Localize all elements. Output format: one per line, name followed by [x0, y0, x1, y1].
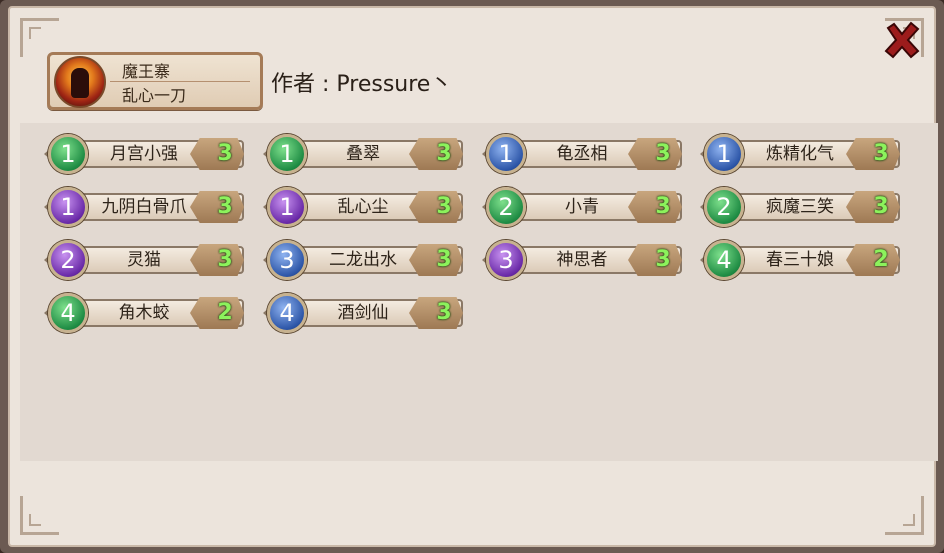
- card-count: 3: [873, 141, 889, 166]
- card-count: 3: [436, 194, 452, 219]
- level-badge: 1: [486, 134, 526, 174]
- card-item[interactable]: 乱心尘 3 1: [259, 187, 467, 227]
- card-name: 九阴白骨爪: [101, 197, 187, 217]
- card-count: 3: [655, 247, 671, 272]
- card-name: 疯魔三笑: [766, 197, 834, 217]
- card-count: 3: [436, 247, 452, 272]
- card-name: 叠翠: [346, 144, 380, 164]
- card-item[interactable]: 酒剑仙 3 4: [259, 293, 467, 333]
- card-item[interactable]: 疯魔三笑 3 2: [696, 187, 904, 227]
- level-badge: 4: [48, 293, 88, 333]
- team-header-card[interactable]: 魔王寨 乱心一刀: [47, 52, 263, 110]
- level-badge: 1: [267, 187, 307, 227]
- card-item[interactable]: 小青 3 2: [478, 187, 686, 227]
- card-name: 乱心尘: [337, 197, 389, 217]
- level-badge: 2: [48, 240, 88, 280]
- level-badge: 4: [704, 240, 744, 280]
- level-badge: 1: [48, 134, 88, 174]
- card-item[interactable]: 叠翠 3 1: [259, 134, 467, 174]
- card-item[interactable]: 春三十娘 2 4: [696, 240, 904, 280]
- card-count: 3: [217, 194, 233, 219]
- card-item[interactable]: 九阴白骨爪 3 1: [40, 187, 248, 227]
- card-item[interactable]: 神思者 3 3: [478, 240, 686, 280]
- card-item[interactable]: 龟丞相 3 1: [478, 134, 686, 174]
- card-count: 3: [217, 141, 233, 166]
- level-badge: 2: [486, 187, 526, 227]
- card-count: 3: [436, 141, 452, 166]
- card-name: 灵猫: [127, 250, 161, 270]
- card-name: 炼精化气: [766, 144, 834, 164]
- card-count: 3: [655, 194, 671, 219]
- card-name: 二龙出水: [329, 250, 397, 270]
- card-name: 月宫小强: [110, 144, 178, 164]
- card-name: 龟丞相: [556, 144, 608, 164]
- card-count: 2: [873, 247, 889, 272]
- level-badge: 3: [267, 240, 307, 280]
- card-name: 春三十娘: [766, 250, 834, 270]
- author-label: 作者 : Pressure丶: [271, 72, 453, 97]
- card-count: 2: [217, 300, 233, 325]
- corner-ornament: [885, 496, 924, 535]
- card-count: 3: [655, 141, 671, 166]
- card-item[interactable]: 二龙出水 3 3: [259, 240, 467, 280]
- avatar: [54, 56, 106, 108]
- team-name: 魔王寨: [122, 62, 171, 81]
- team-subtitle: 乱心一刀: [122, 86, 187, 105]
- card-item[interactable]: 月宫小强 3 1: [40, 134, 248, 174]
- level-badge: 1: [704, 134, 744, 174]
- card-count: 3: [217, 247, 233, 272]
- level-badge: 1: [48, 187, 88, 227]
- level-badge: 1: [267, 134, 307, 174]
- avatar-portrait-icon: [71, 68, 89, 98]
- card-name: 小青: [565, 197, 599, 217]
- card-item[interactable]: 角木蛟 2 4: [40, 293, 248, 333]
- card-name: 神思者: [556, 250, 608, 270]
- corner-ornament: [20, 496, 59, 535]
- card-count: 3: [436, 300, 452, 325]
- close-icon: [884, 21, 920, 59]
- level-badge: 3: [486, 240, 526, 280]
- card-item[interactable]: 灵猫 3 2: [40, 240, 248, 280]
- level-badge: 4: [267, 293, 307, 333]
- card-item[interactable]: 炼精化气 3 1: [696, 134, 904, 174]
- close-button[interactable]: [880, 18, 924, 62]
- level-badge: 2: [704, 187, 744, 227]
- card-count: 3: [873, 194, 889, 219]
- card-name: 角木蛟: [118, 303, 170, 323]
- card-name: 酒剑仙: [337, 303, 389, 323]
